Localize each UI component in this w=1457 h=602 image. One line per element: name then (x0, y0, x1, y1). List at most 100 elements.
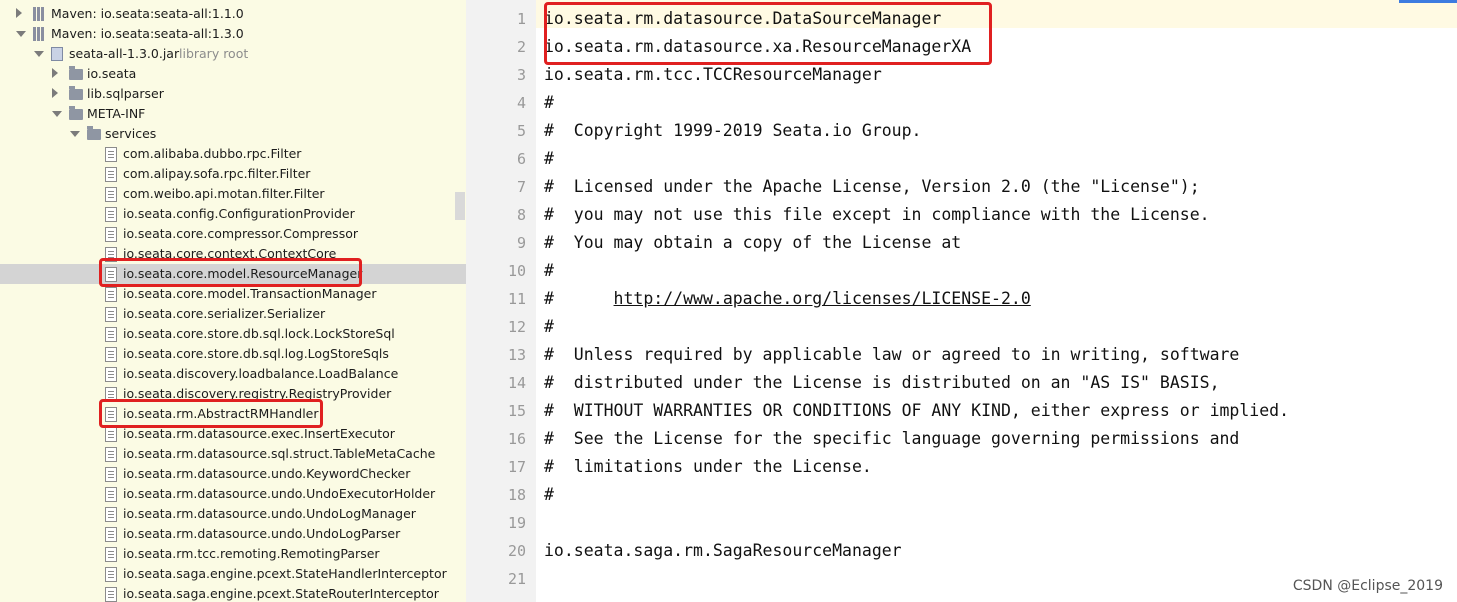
code-line-text: # distributed under the License is distr… (544, 373, 1220, 392)
code-line[interactable]: # You may obtain a copy of the License a… (544, 229, 961, 257)
chevron-right-icon[interactable] (52, 88, 58, 98)
code-line[interactable]: # (544, 145, 554, 173)
highlight-box-abstractrmhandler (99, 399, 323, 428)
tree-item-label: io.seata.rm.tcc.remoting.RemotingParser (123, 546, 380, 561)
code-line[interactable]: # (544, 257, 554, 285)
tree-item[interactable]: com.weibo.api.motan.filter.Filter (0, 184, 466, 204)
tree-item-label: com.alibaba.dubbo.rpc.Filter (123, 146, 302, 161)
license-link[interactable]: http://www.apache.org/licenses/LICENSE-2… (614, 289, 1031, 308)
tree-item[interactable]: lib.sqlparser (0, 84, 466, 104)
file-icon (105, 567, 117, 582)
tree-item[interactable]: com.alipay.sofa.rpc.filter.Filter (0, 164, 466, 184)
tree-item[interactable]: io.seata.core.store.db.sql.log.LogStoreS… (0, 344, 466, 364)
chevron-down-icon[interactable] (52, 111, 62, 117)
tree-item[interactable]: io.seata.core.model.TransactionManager (0, 284, 466, 304)
tree-item[interactable]: io.seata (0, 64, 466, 84)
tree-item-label: io.seata.rm.datasource.undo.KeywordCheck… (123, 466, 411, 481)
line-number: 9 (516, 234, 526, 252)
line-number: 15 (507, 402, 526, 420)
tree-item[interactable]: io.seata.rm.datasource.undo.UndoLogParse… (0, 524, 466, 544)
tree-item-label: io.seata.rm.datasource.undo.UndoLogManag… (123, 506, 416, 521)
tree-item-label: services (105, 126, 157, 141)
code-line[interactable]: io.seata.rm.tcc.TCCResourceManager (544, 61, 882, 89)
code-line[interactable]: # http://www.apache.org/licenses/LICENSE… (544, 285, 1031, 313)
chevron-right-icon[interactable] (16, 8, 22, 18)
code-line-text: # you may not use this file except in co… (544, 205, 1210, 224)
line-number: 1 (516, 10, 526, 28)
code-line[interactable]: # limitations under the License. (544, 453, 872, 481)
file-icon (105, 207, 117, 222)
tree-item-label: com.weibo.api.motan.filter.Filter (123, 186, 325, 201)
line-number: 14 (507, 374, 526, 392)
tree-item[interactable]: io.seata.discovery.loadbalance.LoadBalan… (0, 364, 466, 384)
code-line-text: # See the License for the specific langu… (544, 429, 1240, 448)
chevron-right-icon[interactable] (52, 68, 58, 78)
tree-item[interactable]: io.seata.rm.datasource.undo.UndoLogManag… (0, 504, 466, 524)
tree-item-label: io.seata.rm.datasource.exec.InsertExecut… (123, 426, 395, 441)
code-line[interactable]: # See the License for the specific langu… (544, 425, 1239, 453)
tree-scrollbar-thumb[interactable] (455, 192, 465, 220)
tree-item-label: Maven: io.seata:seata-all:1.3.0 (51, 26, 244, 41)
code-line-text: # You may obtain a copy of the License a… (544, 233, 962, 252)
code-line[interactable]: # distributed under the License is distr… (544, 369, 1220, 397)
tree-item[interactable]: io.seata.core.store.db.sql.lock.LockStor… (0, 324, 466, 344)
chevron-down-icon[interactable] (34, 51, 44, 57)
file-icon (105, 367, 117, 382)
line-number: 16 (507, 430, 526, 448)
tree-item[interactable]: io.seata.saga.engine.pcext.StateHandlerI… (0, 564, 466, 584)
code-line[interactable]: io.seata.saga.rm.SagaResourceManager (544, 537, 902, 565)
code-line-text: # Unless required by applicable law or a… (544, 345, 1240, 364)
file-icon (105, 547, 117, 562)
code-line-text: # (544, 261, 554, 280)
line-number: 13 (507, 346, 526, 364)
line-number: 18 (507, 486, 526, 504)
tree-item-label: seata-all-1.3.0.jar (69, 46, 180, 61)
tree-item[interactable]: io.seata.saga.engine.pcext.StateRouterIn… (0, 584, 466, 602)
file-icon (105, 507, 117, 522)
tree-item[interactable]: com.alibaba.dubbo.rpc.Filter (0, 144, 466, 164)
tree-item[interactable]: io.seata.rm.datasource.undo.KeywordCheck… (0, 464, 466, 484)
tree-item[interactable]: Maven: io.seata:seata-all:1.3.0 (0, 24, 466, 44)
code-line[interactable]: # (544, 89, 554, 117)
file-icon (105, 587, 117, 602)
code-line[interactable]: # (544, 481, 554, 509)
tree-item[interactable]: io.seata.core.serializer.Serializer (0, 304, 466, 324)
folder-icon (87, 126, 101, 140)
code-line-text: io.seata.saga.rm.SagaResourceManager (544, 541, 902, 560)
highlight-box-resourcemanager (99, 258, 362, 287)
tree-item-label: lib.sqlparser (87, 86, 164, 101)
code-line[interactable]: # Copyright 1999-2019 Seata.io Group. (544, 117, 922, 145)
tree-item[interactable]: seata-all-1.3.0.jar library root (0, 44, 466, 64)
tree-item-label: io.seata.rm.datasource.undo.UndoLogParse… (123, 526, 401, 541)
code-line[interactable]: # Licensed under the Apache License, Ver… (544, 173, 1200, 201)
line-number: 12 (507, 318, 526, 336)
line-number: 5 (516, 122, 526, 140)
tree-item-label: io.seata.rm.datasource.sql.struct.TableM… (123, 446, 436, 461)
chevron-down-icon[interactable] (16, 31, 26, 37)
line-number: 10 (507, 262, 526, 280)
file-icon (105, 287, 117, 302)
code-editor[interactable]: io.seata.rm.datasource.DataSourceManager… (536, 0, 1457, 602)
line-number: 4 (516, 94, 526, 112)
code-line[interactable]: # Unless required by applicable law or a… (544, 341, 1239, 369)
tree-item[interactable]: io.seata.rm.datasource.undo.UndoExecutor… (0, 484, 466, 504)
code-line[interactable]: # you may not use this file except in co… (544, 201, 1210, 229)
code-line[interactable]: # WITHOUT WARRANTIES OR CONDITIONS OF AN… (544, 397, 1289, 425)
tree-item[interactable]: io.seata.rm.tcc.remoting.RemotingParser (0, 544, 466, 564)
tree-item[interactable]: META-INF (0, 104, 466, 124)
line-number: 3 (516, 66, 526, 84)
folder-icon (69, 106, 83, 120)
tree-item[interactable]: io.seata.config.ConfigurationProvider (0, 204, 466, 224)
tree-item[interactable]: services (0, 124, 466, 144)
tree-item-label: io.seata (87, 66, 137, 81)
line-number: 7 (516, 178, 526, 196)
code-line[interactable]: # (544, 313, 554, 341)
code-line-text: # (544, 485, 554, 504)
file-icon (105, 527, 117, 542)
tree-item[interactable]: io.seata.rm.datasource.sql.struct.TableM… (0, 444, 466, 464)
tree-item[interactable]: io.seata.core.compressor.Compressor (0, 224, 466, 244)
tree-item[interactable]: Maven: io.seata:seata-all:1.1.0 (0, 4, 466, 24)
chevron-down-icon[interactable] (70, 131, 80, 137)
code-line-text: io.seata.rm.tcc.TCCResourceManager (544, 65, 882, 84)
